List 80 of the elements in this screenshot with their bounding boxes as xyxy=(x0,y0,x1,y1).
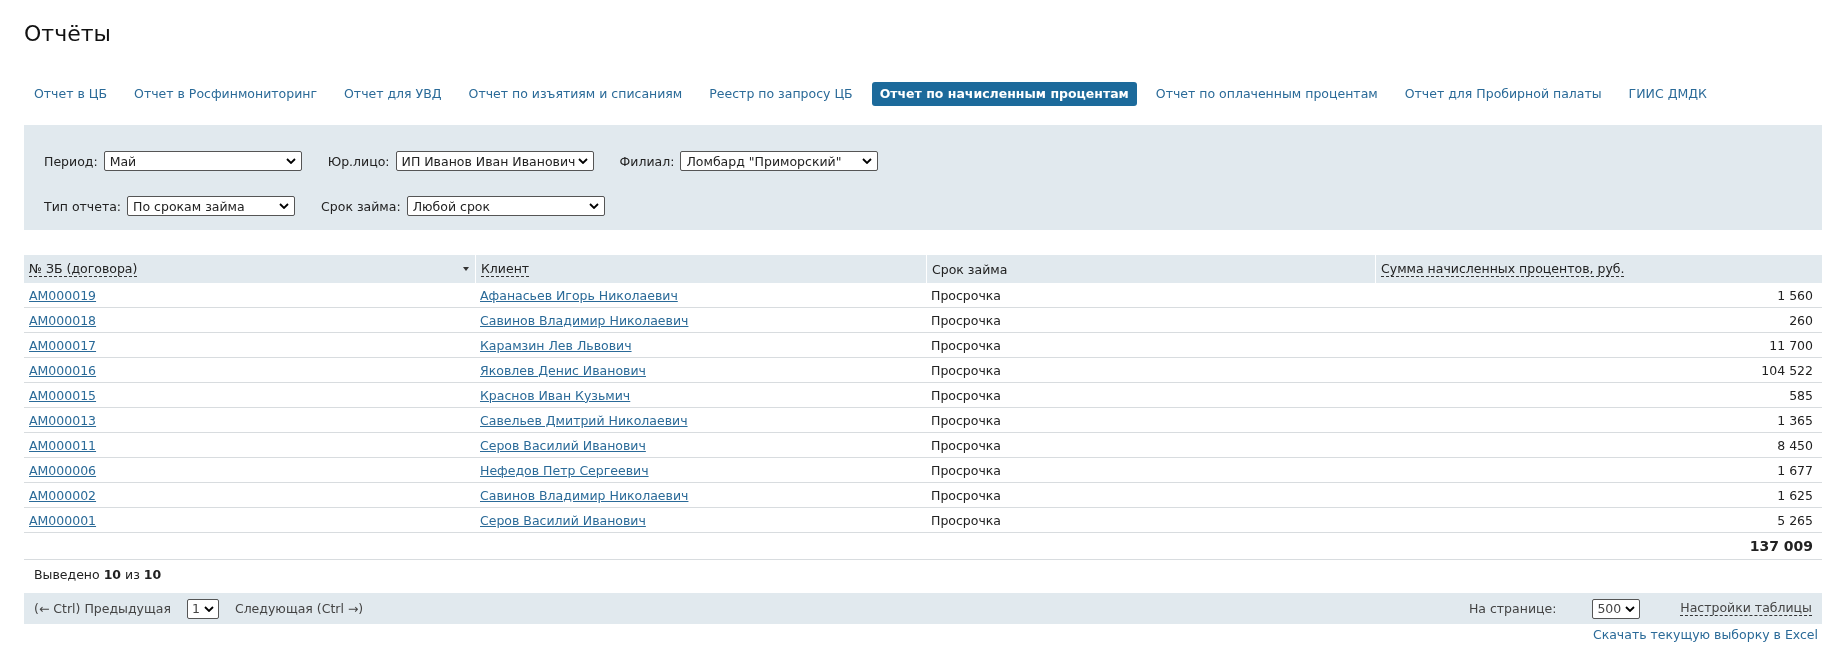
table-cell: Просрочка xyxy=(931,487,1002,503)
table-cell: 8 450 xyxy=(1777,437,1813,453)
page-select[interactable]: 1 xyxy=(186,598,219,619)
column-header[interactable]: Сумма начисленных процентов, руб. xyxy=(1381,261,1625,277)
client-link[interactable]: Краснов Иван Кузьмич xyxy=(480,387,631,403)
filter-select[interactable]: По срокам займа xyxy=(127,196,296,216)
report-tab[interactable]: Отчет в ЦБ xyxy=(26,82,116,106)
filter-label: Юр.лицо: xyxy=(327,153,390,169)
shown-count: Выведено 10 из 10 xyxy=(34,567,162,582)
client-link[interactable]: Яковлев Денис Иванович xyxy=(480,362,646,378)
report-tab[interactable]: Реестр по запросу ЦБ xyxy=(701,82,861,106)
contract-link[interactable]: АМ000016 xyxy=(29,362,97,378)
table-cell: 11 700 xyxy=(1769,337,1813,353)
chevron-down-icon xyxy=(1625,605,1636,612)
table-cell: Просрочка xyxy=(931,312,1002,328)
contract-link[interactable]: АМ000019 xyxy=(29,287,97,303)
table-cell: Просрочка xyxy=(931,437,1002,453)
report-tab[interactable]: ГИИС ДМДК xyxy=(1620,82,1715,106)
filter-label: Срок займа: xyxy=(321,198,401,214)
contract-link[interactable]: АМ000017 xyxy=(29,337,97,353)
excel-export-link[interactable]: Скачать текущую выборку в Excel xyxy=(1592,627,1818,642)
table-cell: 260 xyxy=(1789,312,1813,328)
client-link[interactable]: Афанасьев Игорь Николаевич xyxy=(480,287,678,303)
table-cell: Просрочка xyxy=(931,362,1002,378)
table-cell: 1 677 xyxy=(1777,462,1813,478)
contract-link[interactable]: АМ000001 xyxy=(29,512,97,528)
client-link[interactable]: Карамзин Лев Львович xyxy=(480,337,632,353)
next-page-link[interactable]: Следующая (Ctrl →) xyxy=(234,601,364,616)
table-cell: Просрочка xyxy=(931,287,1002,303)
table-cell: 1 560 xyxy=(1777,287,1813,303)
column-header: Срок займа xyxy=(932,261,1008,277)
client-link[interactable]: Нефедов Петр Сергеевич xyxy=(480,462,649,478)
table-cell: 1 625 xyxy=(1777,487,1813,503)
filter-label: Тип отчета: xyxy=(44,198,122,214)
chevron-down-icon xyxy=(279,203,290,209)
contract-link[interactable]: АМ000018 xyxy=(29,312,97,328)
filter-label: Филиал: xyxy=(619,153,675,169)
report-tab[interactable]: Отчет для Пробирной палаты xyxy=(1396,82,1610,106)
table-cell: Просрочка xyxy=(931,412,1002,428)
table-cell: Просрочка xyxy=(931,512,1002,528)
report-tab[interactable]: Отчет по оплаченным процентам xyxy=(1147,82,1386,106)
client-link[interactable]: Савинов Владимир Николаевич xyxy=(480,312,689,328)
per-page-label: На странице: xyxy=(1468,601,1557,616)
contract-link[interactable]: АМ000006 xyxy=(29,462,97,478)
table-cell: Просрочка xyxy=(931,462,1002,478)
report-tab[interactable]: Отчет по начисленным процентам xyxy=(871,82,1137,106)
table-settings-link[interactable]: Настройки таблицы xyxy=(1680,601,1812,616)
table-cell: 1 365 xyxy=(1777,412,1813,428)
page-title: Отчёты xyxy=(24,20,112,48)
table-cell: Просрочка xyxy=(931,387,1002,403)
contract-link[interactable]: АМ000013 xyxy=(29,412,97,428)
client-link[interactable]: Савинов Владимир Николаевич xyxy=(480,487,689,503)
chevron-down-icon xyxy=(285,158,296,164)
filter-label: Период: xyxy=(44,153,98,169)
filter-select[interactable]: Май xyxy=(103,151,302,171)
report-tab[interactable]: Отчет в Росфинмониторинг xyxy=(126,82,325,106)
contract-link[interactable]: АМ000011 xyxy=(29,437,97,453)
contract-link[interactable]: АМ000002 xyxy=(29,487,97,503)
chevron-down-icon xyxy=(588,203,599,209)
per-page-select[interactable]: 500 xyxy=(1592,598,1641,619)
table-cell: 104 522 xyxy=(1761,362,1813,378)
column-header[interactable]: Клиент xyxy=(481,261,530,277)
chevron-down-icon xyxy=(862,158,873,164)
filter-select[interactable]: ИП Иванов Иван Иванович xyxy=(395,151,594,171)
table-cell: Просрочка xyxy=(931,337,1002,353)
filter-select[interactable]: Ломбард "Приморский" xyxy=(680,151,879,171)
table-cell: 585 xyxy=(1789,387,1813,403)
column-header[interactable]: № ЗБ (договора) xyxy=(29,261,138,277)
total-amount: 137 009 xyxy=(1749,538,1813,554)
table-cell: 5 265 xyxy=(1777,512,1813,528)
prev-page-link[interactable]: (← Ctrl) Предыдущая xyxy=(34,601,171,616)
client-link[interactable]: Серов Василий Иванович xyxy=(480,512,646,528)
report-tab[interactable]: Отчет для УВД xyxy=(336,82,450,106)
client-link[interactable]: Серов Василий Иванович xyxy=(480,437,646,453)
chevron-down-icon xyxy=(203,605,214,612)
filter-select[interactable]: Любой срок xyxy=(406,196,605,216)
contract-link[interactable]: АМ000015 xyxy=(29,387,97,403)
client-link[interactable]: Савельев Дмитрий Николаевич xyxy=(480,412,688,428)
chevron-down-icon xyxy=(577,158,588,164)
report-tab[interactable]: Отчет по изъятиям и списаниям xyxy=(460,82,691,106)
